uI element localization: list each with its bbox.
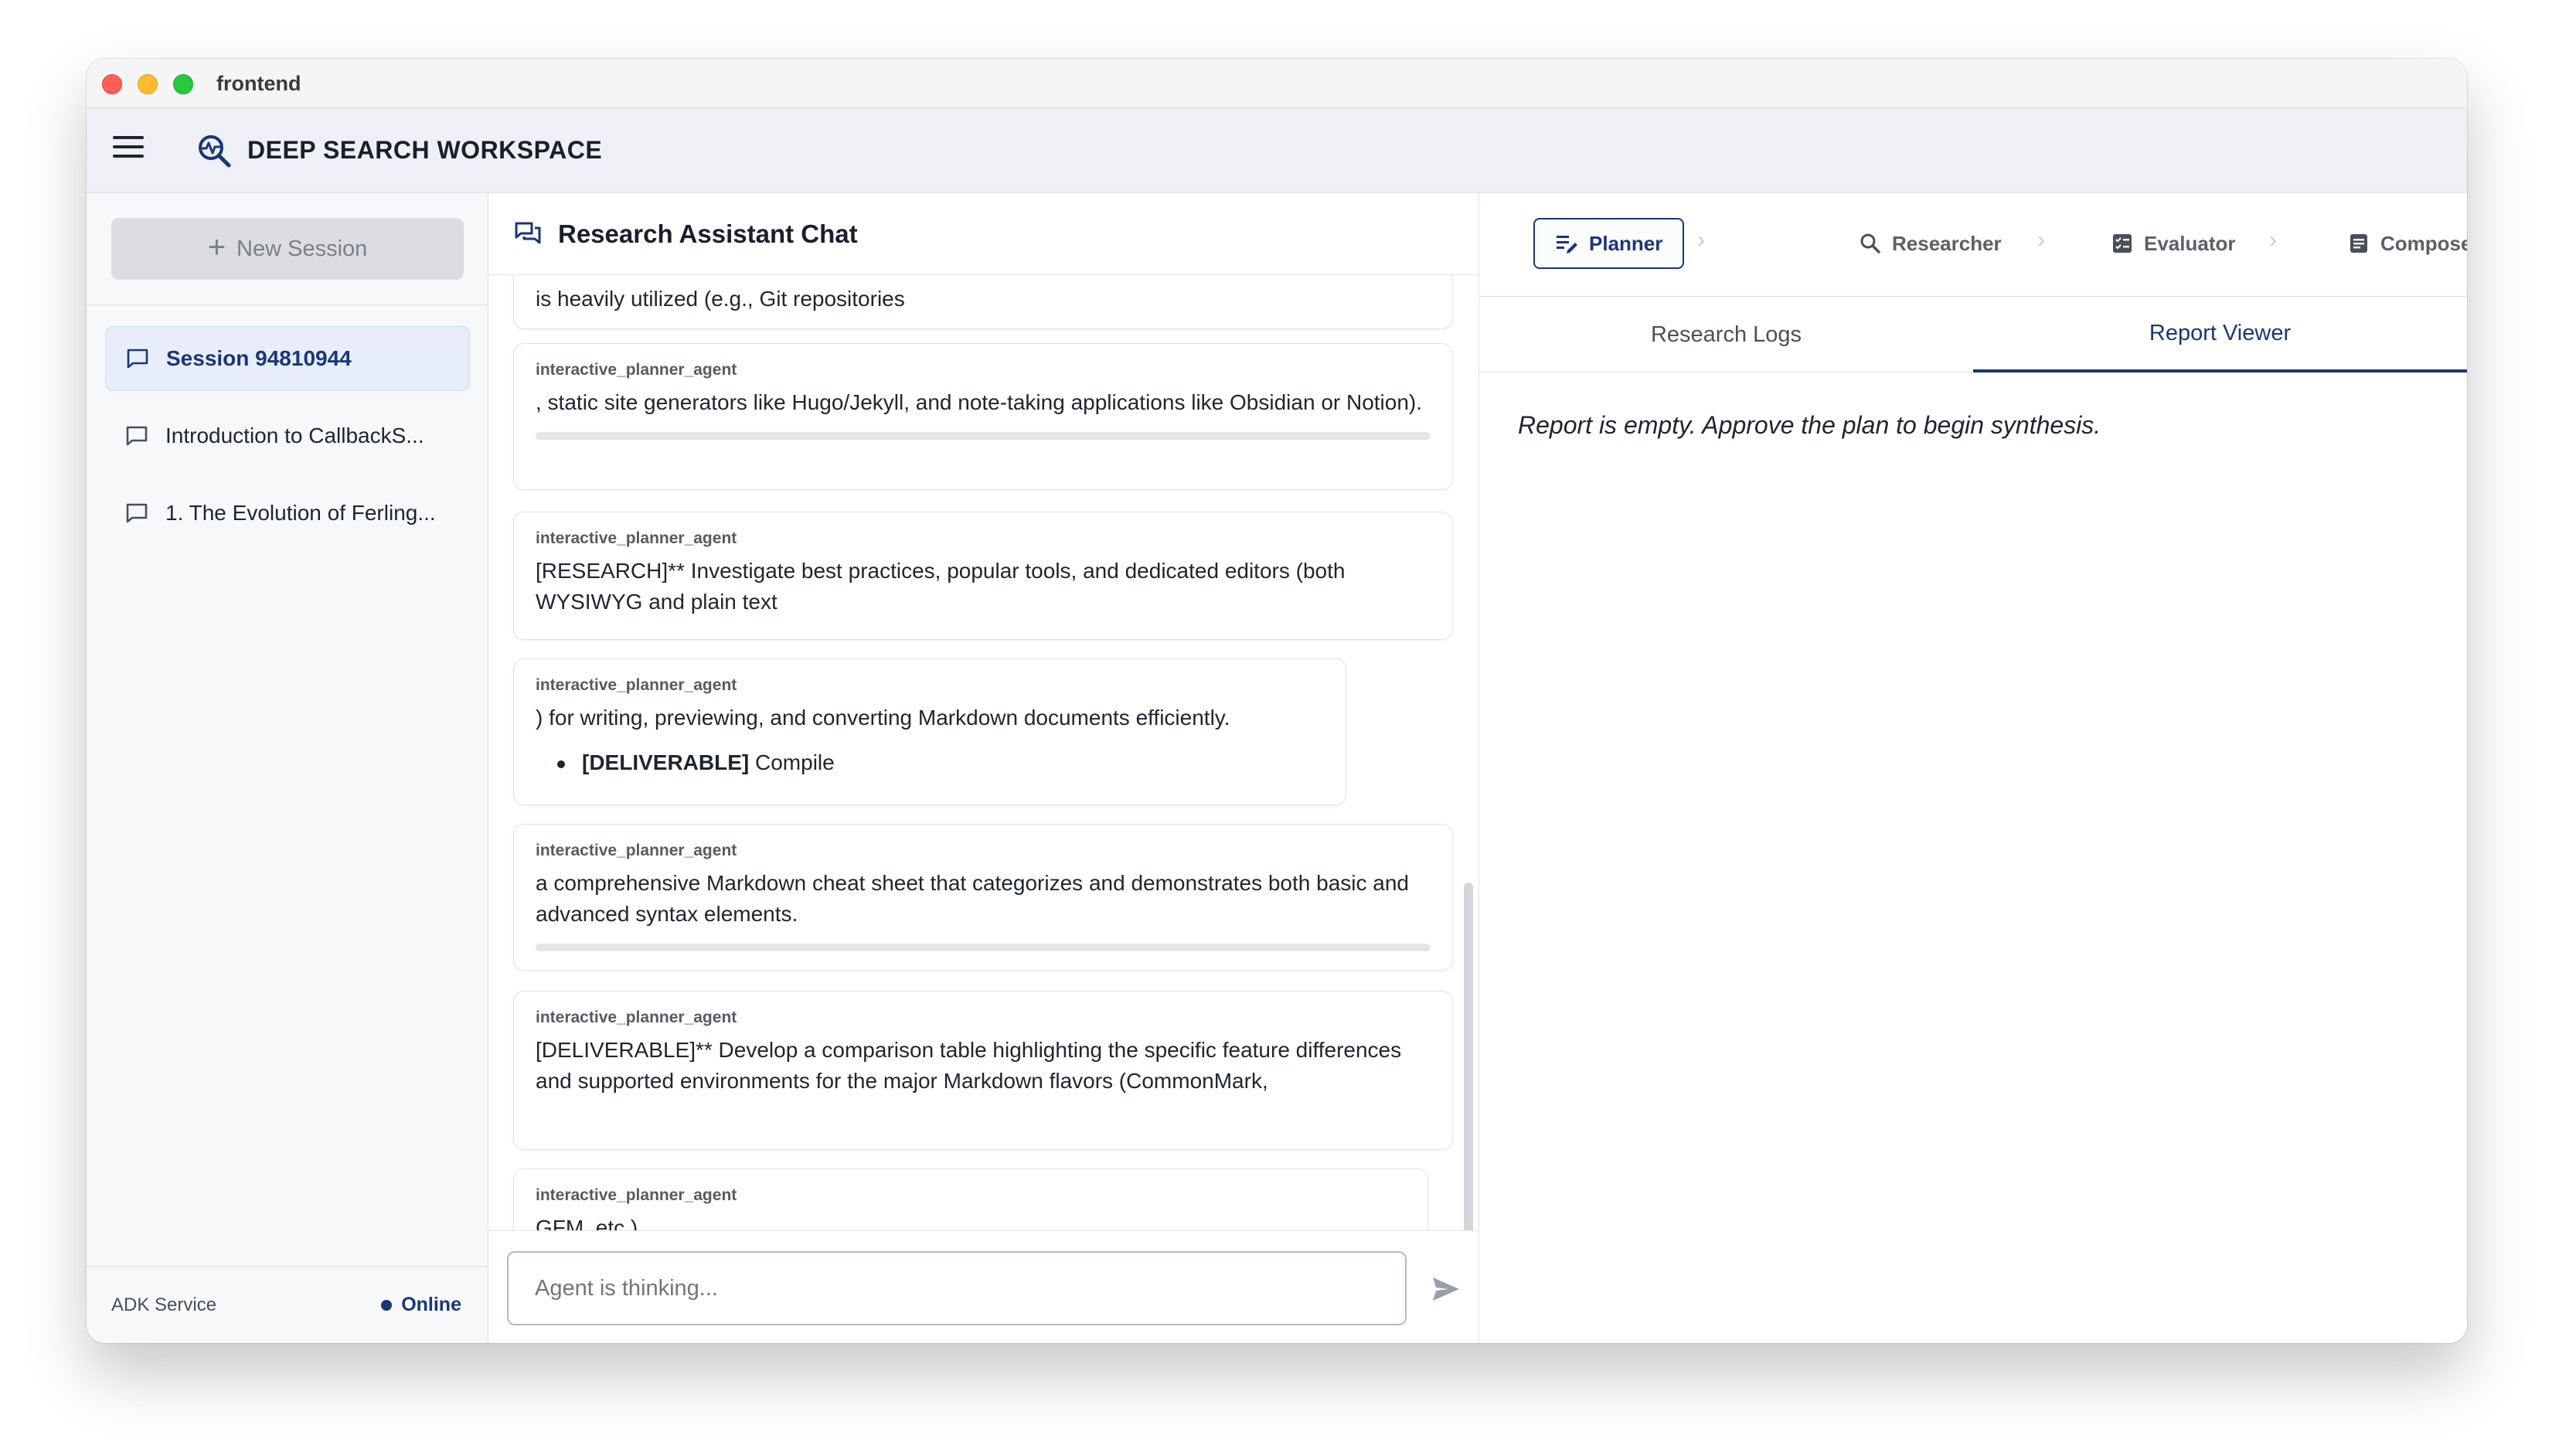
evaluator-icon [2113,234,2132,253]
status-text: Online [401,1294,461,1315]
sidebar-divider [87,304,488,305]
session-item-label: Introduction to CallbackS... [165,424,424,447]
message-text: [DELIVERABLE]** Develop a comparison tab… [536,1038,1402,1093]
minimize-window-button[interactable] [138,74,158,94]
message-bullet-item: [DELIVERABLE] Compile [536,747,1324,778]
tab-research-logs[interactable]: Research Logs [1479,297,1973,373]
message-author: interactive_planner_agent [536,842,737,859]
message-progress-bar [536,944,1431,951]
app-window: frontend DEEP SEARCH WORKSPACE + New Ses… [87,59,2467,1343]
chat-message: is heavily utilized (e.g., Git repositor… [513,275,1453,329]
new-session-label: New Session [236,236,368,261]
message-author: interactive_planner_agent [536,676,737,694]
session-item[interactable]: Introduction to CallbackS... [105,403,470,468]
step-evaluator[interactable]: Evaluator [2111,218,2236,269]
chat-header: Research Assistant Chat [488,193,1478,275]
message-text: is heavily utilized (e.g., Git repositor… [536,287,905,311]
plus-icon: + [207,230,226,264]
message-composer [488,1230,1478,1343]
send-icon[interactable] [1425,1268,1467,1310]
status-dot-icon [381,1299,393,1311]
forum-icon [515,222,541,243]
chat-message: interactive_planner_agent [RESEARCH]** I… [513,512,1453,640]
menu-icon[interactable] [113,136,144,164]
session-item-label: 1. The Evolution of Ferling... [165,501,436,525]
chat-message: interactive_planner_agent [DELIVERABLE]*… [513,991,1453,1150]
step-researcher[interactable]: Researcher [1860,218,2002,269]
chat-input[interactable] [507,1251,1407,1325]
message-text: ) for writing, previewing, and convertin… [536,706,1230,730]
sessions-sidebar: + New Session Session 94810944 Introduct… [87,193,488,1343]
session-item[interactable]: 1. The Evolution of Ferling... [105,481,470,546]
workflow-stepper: Planner › Researcher › Evaluator › Compo… [1479,193,2467,297]
message-list[interactable]: is heavily utilized (e.g., Git repositor… [488,275,1478,1241]
message-author: interactive_planner_agent [536,361,737,379]
report-empty-message: Report is empty. Approve the plan to beg… [1518,411,2101,439]
message-author: interactive_planner_agent [536,529,737,547]
message-text: a comprehensive Markdown cheat sheet tha… [536,871,1409,926]
session-item-active[interactable]: Session 94810944 [105,326,470,391]
chat-panel: Research Assistant Chat is heavily utili… [488,193,1479,1343]
chat-bubble-icon [126,503,148,523]
planner-icon [1557,236,1577,253]
bullet-bold-text: [DELIVERABLE] [582,750,750,774]
chevron-right-icon: › [1697,227,1705,253]
chat-message: interactive_planner_agent a comprehensiv… [513,824,1453,971]
message-text: [RESEARCH]** Investigate best practices,… [536,559,1346,614]
chevron-right-icon: › [2037,227,2045,253]
session-item-label: Session 94810944 [166,346,352,370]
status-badge: Online [381,1294,461,1316]
chat-scrollbar[interactable] [1464,883,1473,1288]
service-label: ADK Service [111,1294,217,1315]
close-window-button[interactable] [102,74,122,94]
search-icon [1860,233,1880,253]
chevron-right-icon: › [2269,227,2277,253]
deep-search-logo-icon [199,135,231,168]
chat-bubble-icon [126,426,148,446]
app-title: DEEP SEARCH WORKSPACE [247,136,603,164]
sidebar-footer: ADK Service Online [87,1266,488,1343]
step-label: Planner [1589,231,1663,255]
step-label: Researcher [1892,231,2002,255]
chat-message: interactive_planner_agent , static site … [513,343,1453,490]
message-text: , static site generators like Hugo/Jekyl… [536,390,1423,414]
chat-title: Research Assistant Chat [558,219,858,248]
step-planner[interactable]: Planner [1533,218,1685,269]
bullet-text: Compile [749,750,835,774]
step-label: Evaluator [2144,231,2236,255]
window-title: frontend [216,72,301,95]
message-author: interactive_planner_agent [536,1009,737,1026]
panel-tabs: Research Logs Report Viewer [1479,297,2467,373]
message-author: interactive_planner_agent [536,1186,737,1204]
bullet-icon [557,760,565,768]
chat-message: interactive_planner_agent ) for writing,… [513,658,1346,805]
new-session-button[interactable]: + New Session [111,218,464,280]
composer-icon [2350,234,2367,253]
app-header: DEEP SEARCH WORKSPACE [87,108,2467,193]
zoom-window-button[interactable] [173,74,193,94]
chat-bubble-icon [127,349,148,369]
tab-report-viewer[interactable]: Report Viewer [1973,297,2467,373]
step-label: Composer [2380,231,2467,255]
window-titlebar: frontend [87,59,2467,108]
message-progress-bar [536,432,1431,440]
step-composer[interactable]: Composer [2348,218,2467,269]
workflow-panel: Planner › Researcher › Evaluator › Compo… [1479,193,2467,1343]
